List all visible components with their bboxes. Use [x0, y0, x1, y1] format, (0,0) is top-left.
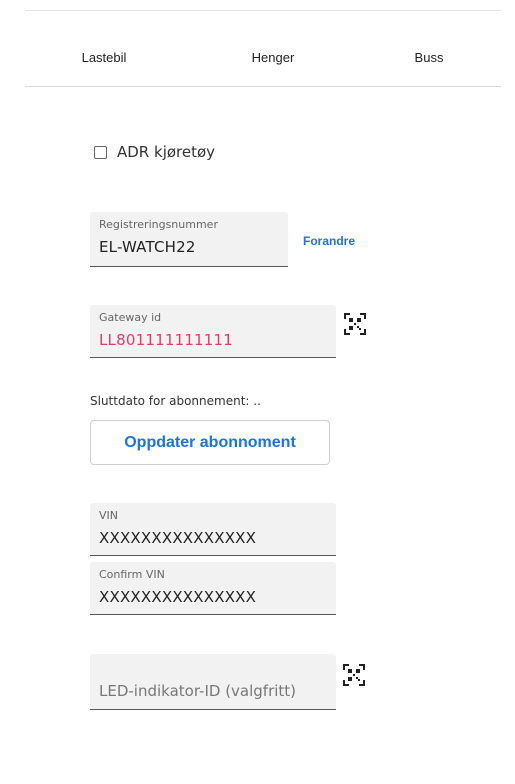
- gateway-id-value[interactable]: LL801111111111: [99, 331, 233, 349]
- qr-code-icon[interactable]: [343, 664, 365, 686]
- gateway-id-field[interactable]: Gateway id LL801111111111: [90, 305, 336, 358]
- tab-henger[interactable]: Henger: [233, 42, 313, 74]
- adr-checkbox-row: ADR kjøretøy: [94, 141, 215, 163]
- change-registration-link[interactable]: Forandre: [303, 234, 355, 248]
- vehicle-type-tabs: Lastebil Henger Buss: [25, 42, 501, 87]
- gateway-id-label: Gateway id: [99, 311, 162, 324]
- vin-label: VIN: [99, 509, 118, 522]
- registration-number-label: Registreringsnummer: [99, 218, 218, 231]
- subscription-end-date: Sluttdato for abonnement: ..: [90, 394, 261, 408]
- adr-checkbox-label: ADR kjøretøy: [117, 143, 216, 161]
- top-divider: [25, 10, 501, 11]
- update-subscription-button[interactable]: Oppdater abonnoment: [90, 420, 330, 465]
- confirm-vin-value[interactable]: XXXXXXXXXXXXXXX: [99, 588, 256, 606]
- confirm-vin-label: Confirm VIN: [99, 568, 165, 581]
- confirm-vin-field[interactable]: Confirm VIN XXXXXXXXXXXXXXX: [90, 562, 336, 615]
- tab-lastebil[interactable]: Lastebil: [67, 42, 141, 74]
- registration-number-field[interactable]: Registreringsnummer EL-WATCH22: [90, 212, 288, 267]
- adr-checkbox[interactable]: [94, 145, 107, 159]
- vin-value[interactable]: XXXXXXXXXXXXXXX: [99, 529, 256, 547]
- led-indicator-placeholder: LED-indikator-ID (valgfritt): [99, 682, 297, 700]
- tab-buss[interactable]: Buss: [399, 42, 459, 74]
- qr-code-icon[interactable]: [344, 313, 366, 335]
- led-indicator-field[interactable]: LED-indikator-ID (valgfritt): [90, 654, 336, 710]
- registration-number-value[interactable]: EL-WATCH22: [99, 238, 196, 256]
- vin-field[interactable]: VIN XXXXXXXXXXXXXXX: [90, 503, 336, 556]
